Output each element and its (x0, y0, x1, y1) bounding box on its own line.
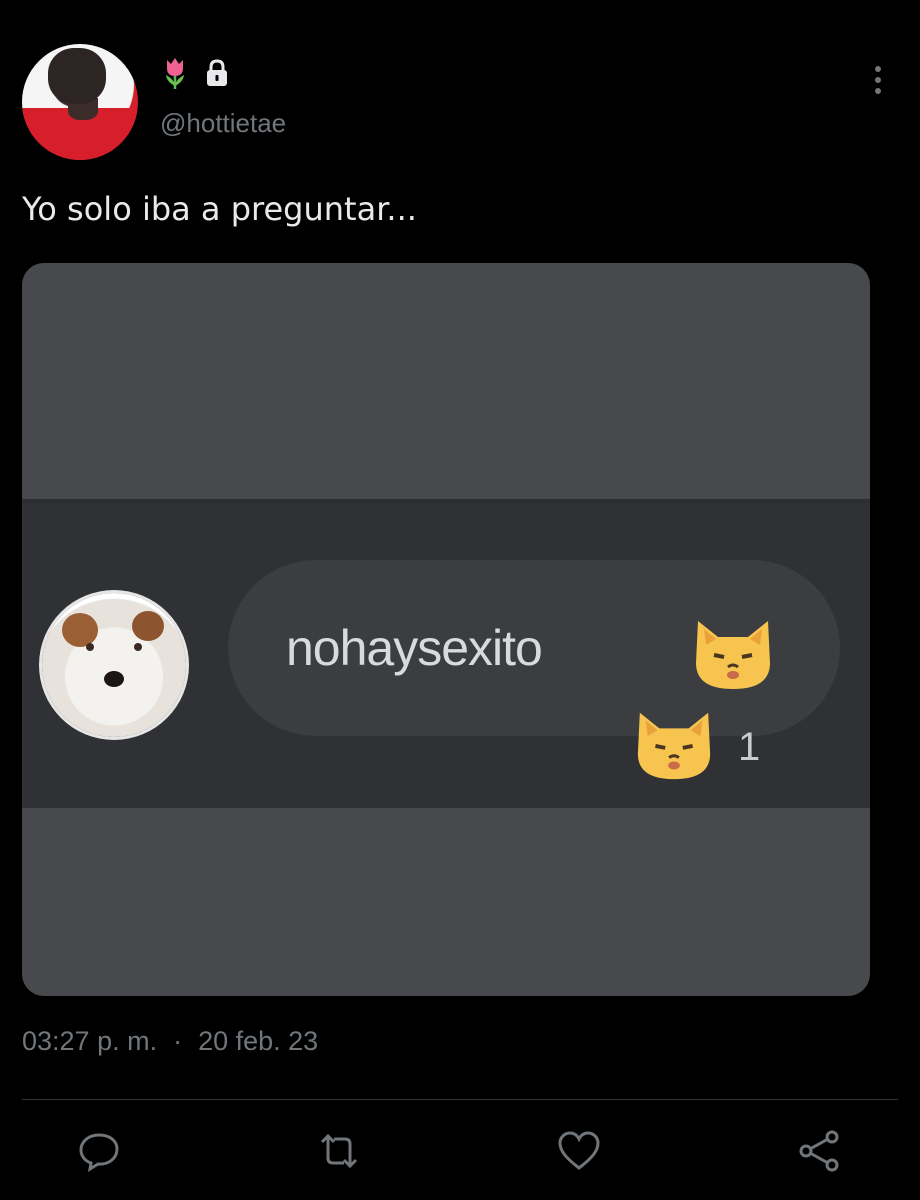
reply-icon (79, 1133, 119, 1173)
display-name-row[interactable] (162, 56, 232, 90)
tulip-icon (166, 58, 184, 89)
retweet-icon (320, 1133, 358, 1169)
tweet-timestamp: 03:27 p. m. · 20 feb. 23 (22, 1026, 318, 1057)
tweet-text: Yo solo iba a preguntar... (22, 190, 417, 228)
retweet-button[interactable] (316, 1128, 366, 1178)
share-button[interactable] (796, 1128, 846, 1178)
profile-avatar[interactable] (22, 44, 138, 160)
more-options-icon[interactable] (872, 66, 884, 98)
cat-face-icon (696, 621, 770, 689)
author-handle[interactable]: @hottietae (160, 108, 286, 139)
message-text: nohaysexito (286, 620, 543, 676)
tweet-actions (0, 1128, 920, 1178)
tweet-media[interactable]: nohaysexito 1 (22, 263, 870, 996)
like-button[interactable] (556, 1128, 606, 1178)
reply-button[interactable] (76, 1128, 126, 1178)
dog-avatar (42, 593, 186, 737)
reaction-count: 1 (738, 725, 761, 769)
lock-icon (207, 59, 227, 86)
tweet-date[interactable]: 20 feb. 23 (198, 1026, 318, 1057)
tweet-time[interactable]: 03:27 p. m. (22, 1026, 157, 1057)
meta-separator: · (173, 1026, 183, 1056)
cat-reaction-icon[interactable] (632, 701, 716, 785)
share-icon (799, 1130, 839, 1172)
avatar-head (48, 48, 106, 104)
like-icon (558, 1131, 600, 1170)
divider (22, 1099, 898, 1100)
